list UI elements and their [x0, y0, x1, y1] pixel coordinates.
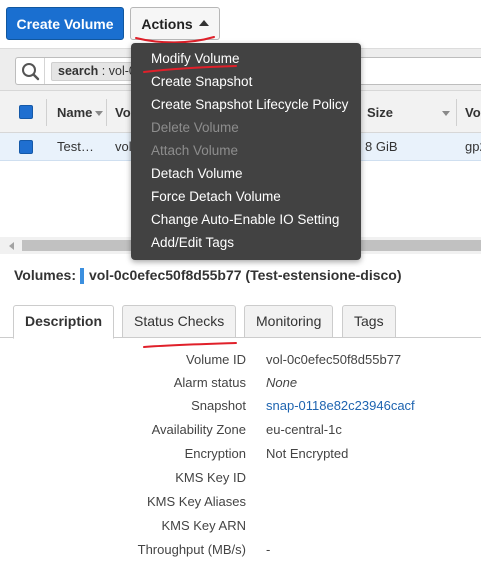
- actions-menu: Modify Volume Create Snapshot Create Sna…: [131, 43, 361, 260]
- detail-row-snapshot: Snapshot snap-0118e82c23946cacf: [0, 394, 481, 418]
- selection-marker: [79, 268, 84, 285]
- scroll-left-icon[interactable]: [9, 242, 14, 250]
- row-checkbox[interactable]: [19, 140, 33, 154]
- volumes-label: Volumes:: [14, 267, 76, 283]
- menu-item-force-detach-volume[interactable]: Force Detach Volume: [131, 185, 361, 208]
- tab-tags[interactable]: Tags: [342, 305, 396, 338]
- search-button[interactable]: [16, 58, 45, 84]
- cell-volume-type: gp2: [465, 139, 481, 154]
- search-icon: [22, 63, 40, 81]
- menu-item-change-auto-enable-io[interactable]: Change Auto-Enable IO Setting: [131, 208, 361, 231]
- detail-row-kms-key-arn: KMS Key ARN: [161, 518, 246, 533]
- snapshot-link[interactable]: snap-0118e82c23946cacf: [266, 394, 415, 418]
- create-volume-button[interactable]: Create Volume: [6, 7, 124, 40]
- menu-item-detach-volume[interactable]: Detach Volume: [131, 162, 361, 185]
- detail-row-throughput: Throughput (MB/s) -: [137, 542, 271, 557]
- column-header-size[interactable]: Size: [367, 91, 393, 134]
- detail-row-kms-key-aliases: KMS Key Aliases: [147, 494, 246, 509]
- select-all-checkbox[interactable]: [19, 105, 33, 119]
- selected-volume-label: Volumes: vol-0c0efec50f8d55b77 (Test-este…: [14, 266, 402, 285]
- cell-size: 8 GiB: [365, 139, 398, 154]
- selected-volume-id: vol-0c0efec50f8d55b77 (Test-estensione-d…: [88, 267, 402, 283]
- detail-row-availability-zone: Availability Zone eu-central-1c: [151, 422, 342, 437]
- detail-row-alarm-status: Alarm status None: [173, 375, 298, 390]
- menu-item-create-snapshot-lifecycle-policy[interactable]: Create Snapshot Lifecycle Policy: [131, 93, 361, 116]
- filter-token-key: search: [58, 64, 99, 78]
- cell-volume-id: vol: [115, 139, 132, 154]
- column-header-volume-id[interactable]: Vo: [115, 91, 131, 134]
- cell-name: Test…: [57, 139, 94, 154]
- actions-label: Actions: [141, 15, 193, 32]
- detail-row-volume-id: Volume ID vol-0c0efec50f8d55b77: [186, 352, 402, 367]
- red-annotation-underline-modify: [143, 65, 237, 73]
- tab-status-checks[interactable]: Status Checks: [122, 305, 237, 338]
- menu-item-attach-volume: Attach Volume: [151, 143, 239, 158]
- tab-monitoring[interactable]: Monitoring: [244, 305, 334, 338]
- tab-description[interactable]: Description: [13, 305, 115, 339]
- sort-down-icon: [95, 111, 104, 117]
- detail-row-kms-key-id: KMS Key ID: [175, 470, 246, 485]
- menu-item-add-edit-tags[interactable]: Add/Edit Tags: [131, 231, 361, 254]
- chevron-up-icon: [198, 19, 209, 26]
- menu-item-delete-volume: Delete Volume: [151, 120, 239, 135]
- column-header-volume-type[interactable]: Vo: [465, 91, 481, 134]
- size-sort-icon[interactable]: [439, 91, 450, 134]
- detail-row-encryption: Encryption Not Encrypted: [184, 446, 349, 461]
- column-header-name[interactable]: Name: [57, 91, 104, 134]
